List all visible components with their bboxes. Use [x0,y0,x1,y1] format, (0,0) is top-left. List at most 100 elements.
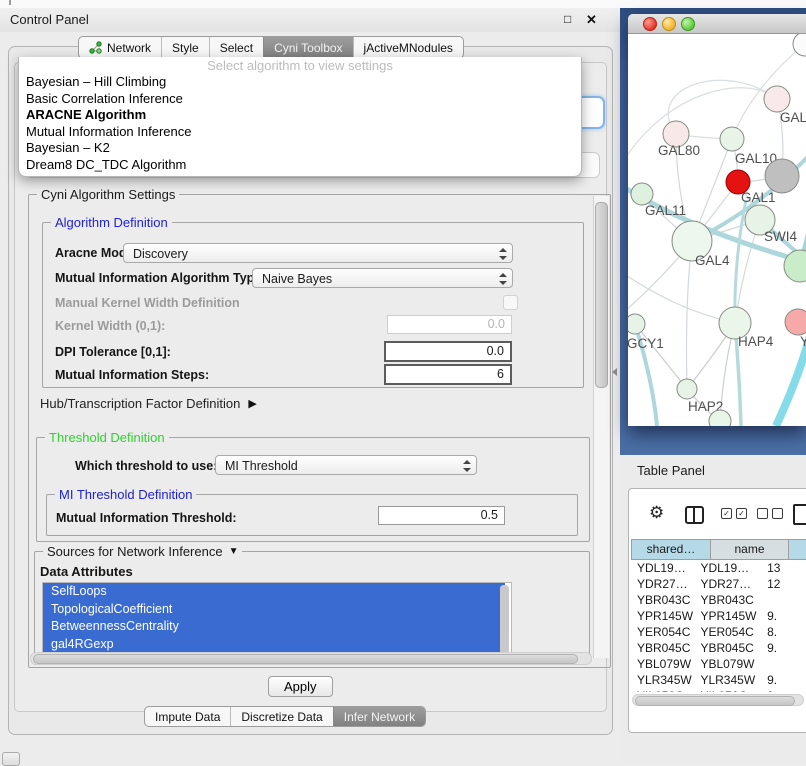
network-view-window[interactable]: GALGAL80GAL10GAL1GAL11SWI4GAL4GCY1HAP4YH… [628,14,806,426]
algorithm-definition-title: Algorithm Definition [51,215,172,230]
panel-splitter-handle[interactable] [612,368,617,376]
table-cell: 9. [757,608,806,624]
expanded-arrow-icon[interactable]: ▼ [229,546,239,557]
column-header-2[interactable] [788,540,806,559]
attribute-item-topologicalcoefficient[interactable]: TopologicalCoefficient [43,601,505,619]
mi-threshold-field[interactable]: 0.5 [378,506,505,525]
table-row[interactable]: YBL079WYBL079W [631,656,806,672]
dropdown-prompt: Select algorithm to view settings [19,57,581,74]
attribute-item-gal4rgexp[interactable]: gal4RGexp [43,636,505,654]
collapsed-arrow-icon[interactable]: ▶ [248,397,256,410]
tab-label: Network [107,41,151,55]
corner-button[interactable] [2,752,20,766]
unchecked-box-icon [772,508,783,519]
table-row[interactable]: YDR27…YDR27…12 [631,576,806,592]
hub-transcription-label: Hub/Transcription Factor Definition [40,396,240,411]
network-node[interactable] [765,159,799,193]
dropdown-item-basic-correlation-inference[interactable]: Basic Correlation Inference [19,91,581,108]
attribute-item-selfloops[interactable]: SelfLoops [43,583,505,601]
table-panel-title: Table Panel [637,463,705,478]
dropdown-item-aracne-algorithm[interactable]: ARACNE Algorithm [19,107,581,124]
tab-impute-data[interactable]: Impute Data [145,707,230,726]
close-window-icon[interactable] [643,17,657,31]
tab-infer-network[interactable]: Infer Network [333,707,425,726]
control-panel-title: Control Panel [10,8,89,32]
tab-network[interactable]: Network [79,37,161,58]
tab-style[interactable]: Style [161,37,209,58]
mi-steps-field[interactable]: 6 [384,364,512,385]
split-columns-icon[interactable] [685,506,704,524]
unchecked-box-icon [757,508,768,519]
settings-scrollbar-thumb[interactable] [595,202,608,388]
network-canvas[interactable]: GALGAL80GAL10GAL1GAL11SWI4GAL4GCY1HAP4YH… [628,34,806,426]
tab-label: Style [172,41,199,55]
table-cell: YDR27… [694,576,757,592]
zoom-window-icon[interactable] [681,17,695,31]
table-cell: 9. [757,640,806,656]
document-icon[interactable] [793,504,806,525]
dropdown-item-bayesian-hill-climbing[interactable]: Bayesian – Hill Climbing [19,74,581,91]
kernel-width-field[interactable]: 0.0 [387,315,512,334]
which-threshold-select[interactable]: MI Threshold [215,455,477,475]
gear-icon[interactable]: ⚙ [649,503,664,523]
network-window-titlebar[interactable] [628,14,806,34]
close-panel-icon[interactable]: ✕ [586,12,597,27]
table-header-row: shared…name [631,539,806,560]
cyni-settings-group-title: Cyni Algorithm Settings [37,187,179,202]
table-row[interactable]: YER054CYER054C8. [631,624,806,640]
tab-jactivemnodules[interactable]: jActiveMNodules [353,37,463,58]
dpi-tolerance-field[interactable]: 0.0 [384,341,512,362]
select-checkboxes-icon[interactable]: ✓ ✓ [721,508,747,519]
table-cell: YLR345W [694,672,757,688]
table-hscrollbar-thumb[interactable] [635,696,795,706]
table-hscrollbar[interactable] [632,694,804,706]
dropdown-item-mutual-information-inference[interactable]: Mutual Information Inference [19,124,581,141]
network-node-gcy1[interactable] [628,314,645,334]
network-node-y[interactable] [785,309,806,335]
table-row[interactable]: YBR045CYBR045C9. [631,640,806,656]
attribute-item-betweennesscentrality[interactable]: BetweennessCentrality [43,618,505,636]
float-window-icon[interactable]: □ [564,12,571,27]
manual-kernel-width-checkbox[interactable] [503,295,518,310]
network-node-gal10[interactable] [720,127,744,151]
mi-algorithm-type-value: Naive Bayes [262,272,332,286]
tab-label: jActiveMNodules [364,41,453,55]
hub-transcription-section[interactable]: Hub/Transcription Factor Definition ▶ [40,396,257,411]
table-row[interactable]: YBR043CYBR043C [631,592,806,608]
sources-group-title-row[interactable]: Sources for Network Inference ▼ [43,544,242,559]
table-row[interactable]: YLR345WYLR345W9. [631,672,806,688]
table-row[interactable]: YDL19…YDL19…13 [631,560,806,576]
settings-hscrollbar[interactable] [30,652,592,665]
network-node-gal11[interactable] [631,183,653,205]
mi-algorithm-type-select[interactable]: Naive Bayes [252,268,513,288]
aracne-mode-select[interactable]: Discovery [123,243,513,263]
cyni-bottom-tabs: Impute DataDiscretize DataInfer Network [144,706,426,727]
screen: { "window": {"title": "Control Panel"}, … [0,0,806,762]
dropdown-item-dream8-dc-tdc-algorithm[interactable]: Dream8 DC_TDC Algorithm [19,157,581,174]
network-node-label-gal: GAL [780,110,806,125]
attributes-list-scrollbar[interactable] [500,585,509,655]
apply-button[interactable]: Apply [268,676,333,697]
settings-hscrollbar-thumb[interactable] [33,654,578,664]
network-node-label-gcy1: GCY1 [628,336,664,351]
table-row[interactable]: YPR145WYPR145W9. [631,608,806,624]
column-header-name[interactable]: name [710,540,788,559]
network-node-hap2[interactable] [677,379,697,399]
network-node-gal[interactable] [764,86,790,112]
deselect-checkboxes-icon[interactable] [757,508,783,519]
table-cell: YBL079W [631,656,694,672]
column-header-shared[interactable]: shared… [632,540,710,559]
mi-steps-label: Mutual Information Steps: [55,368,209,382]
threshold-definition-title: Threshold Definition [45,430,169,445]
top-tick [9,0,11,5]
tab-discretize-data[interactable]: Discretize Data [230,707,332,726]
table-cell: 8. [757,624,806,640]
tab-label: Select [220,41,253,55]
minimize-window-icon[interactable] [662,17,676,31]
tab-select[interactable]: Select [209,37,263,58]
tab-cyni-toolbox[interactable]: Cyni Toolbox [263,37,352,58]
table-row[interactable]: YIL052CYIL052C9. [631,688,806,692]
dropdown-item-bayesian-k2[interactable]: Bayesian – K2 [19,140,581,157]
checked-box-icon: ✓ [721,508,732,519]
sources-group-title: Sources for Network Inference [47,544,223,559]
